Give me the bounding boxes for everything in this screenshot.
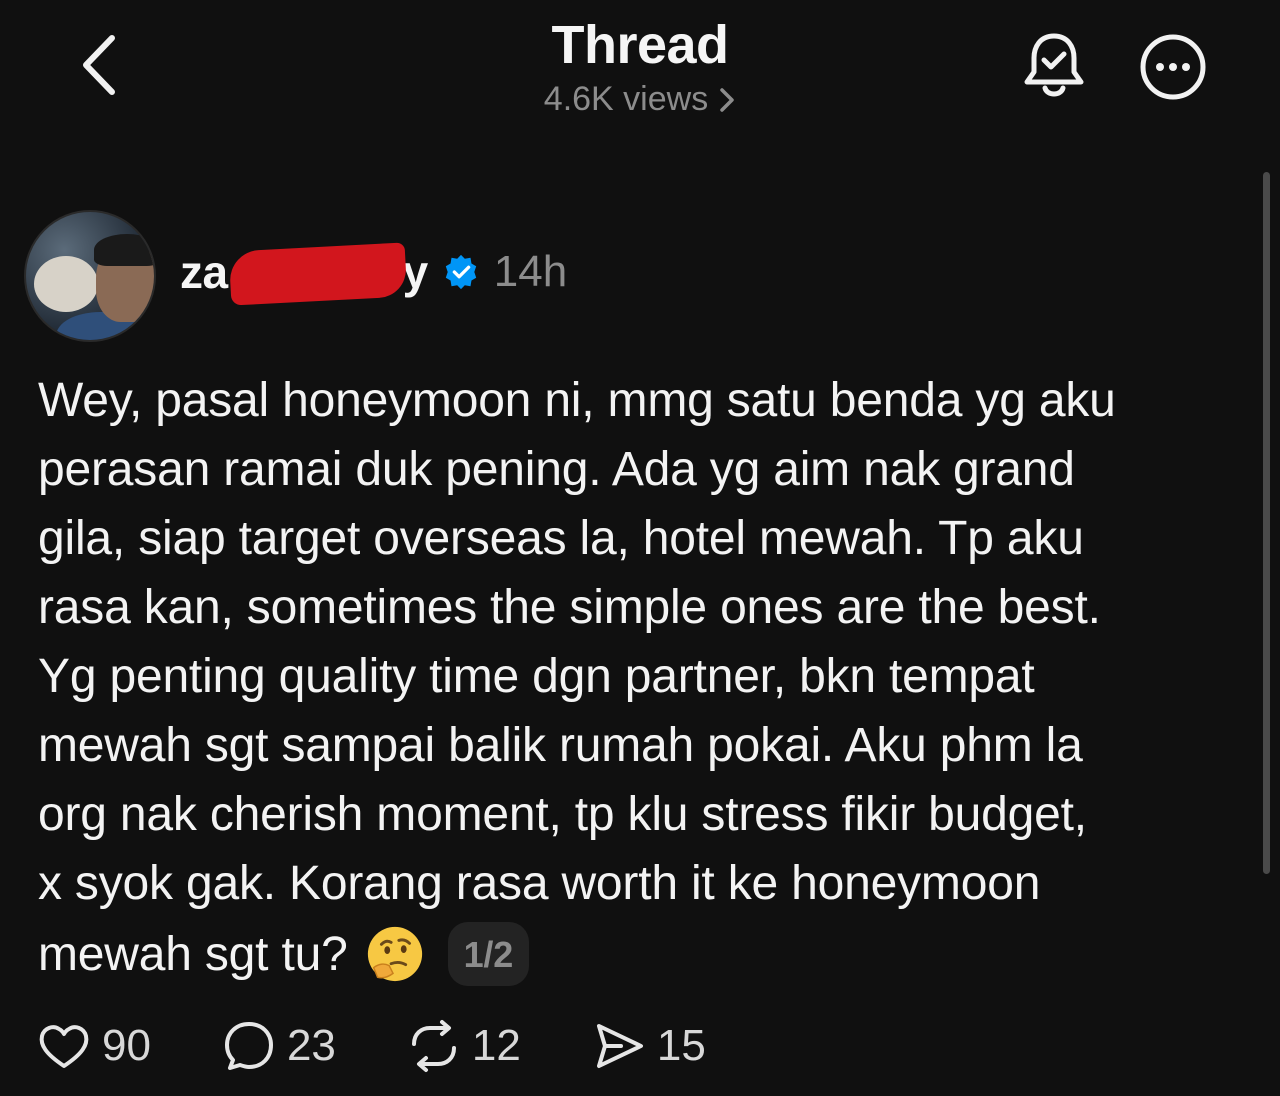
post-line: gila, siap target overseas la, hotel mew… xyxy=(38,512,1084,565)
share-count: 15 xyxy=(656,1021,706,1070)
notify-button[interactable] xyxy=(1020,30,1088,102)
thread-page-indicator[interactable]: 1/2 xyxy=(447,922,530,986)
post-line: Wey, pasal honeymoon ni, mmg satu benda … xyxy=(38,374,1116,427)
post-line: mewah sgt sampai balik rumah pokai. Aku … xyxy=(38,719,1083,772)
like-button[interactable]: 90 xyxy=(36,1018,151,1074)
repost-button[interactable]: 12 xyxy=(406,1018,521,1074)
verified-badge-icon xyxy=(445,254,476,290)
post-line: x syok gak. Korang rasa worth it ke hone… xyxy=(38,857,1041,910)
thread-screen: Thread 4.6K views za 14h Wey, pasal hone… xyxy=(0,0,1280,1096)
page-title: Thread xyxy=(551,15,729,75)
like-count: 90 xyxy=(102,1021,151,1070)
username[interactable]: zaey xyxy=(180,242,428,306)
redaction-mark xyxy=(228,242,408,306)
post-line: perasan ramai duk pening. Ada yg aim nak… xyxy=(38,443,1075,496)
views-count: 4.6K views xyxy=(543,80,709,118)
cat-image xyxy=(34,256,98,312)
chevron-right-icon xyxy=(720,87,734,112)
speech-bubble-icon xyxy=(224,1022,273,1070)
repost-icon xyxy=(411,1020,456,1072)
more-horizontal-circle-icon xyxy=(1140,34,1206,100)
heart-icon xyxy=(39,1025,89,1068)
username-prefix: za xyxy=(180,246,228,298)
post-last-line: mewah sgt tu? 1/2 xyxy=(38,914,1248,994)
send-icon xyxy=(596,1024,643,1068)
post-body: Wey, pasal honeymoon ni, mmg satu benda … xyxy=(38,366,1248,994)
reply-button[interactable]: 23 xyxy=(221,1018,336,1074)
thinking-face-emoji-icon xyxy=(367,926,422,982)
post-line: rasa kan, sometimes the simple ones are … xyxy=(38,581,1101,634)
action-bar: 90 23 12 15 xyxy=(36,1016,706,1076)
post-line: org nak cherish moment, tp klu stress fi… xyxy=(38,788,1087,841)
reply-count: 23 xyxy=(286,1021,336,1070)
bell-check-icon xyxy=(1024,33,1084,97)
post-line: Yg penting quality time dgn partner, bkn… xyxy=(38,650,1035,703)
post-meta: zaey 14h xyxy=(180,240,568,306)
scrollbar[interactable] xyxy=(1263,172,1270,874)
repost-count: 12 xyxy=(471,1021,521,1070)
top-bar: Thread 4.6K views xyxy=(0,0,1280,140)
post-line: mewah sgt tu? xyxy=(38,927,348,981)
more-button[interactable] xyxy=(1138,32,1208,102)
post-timestamp: 14h xyxy=(493,247,568,296)
avatar[interactable] xyxy=(24,210,156,342)
share-button[interactable]: 15 xyxy=(591,1018,706,1074)
title-block: Thread 4.6K views xyxy=(0,14,1280,119)
views-link[interactable]: 4.6K views xyxy=(544,80,736,119)
